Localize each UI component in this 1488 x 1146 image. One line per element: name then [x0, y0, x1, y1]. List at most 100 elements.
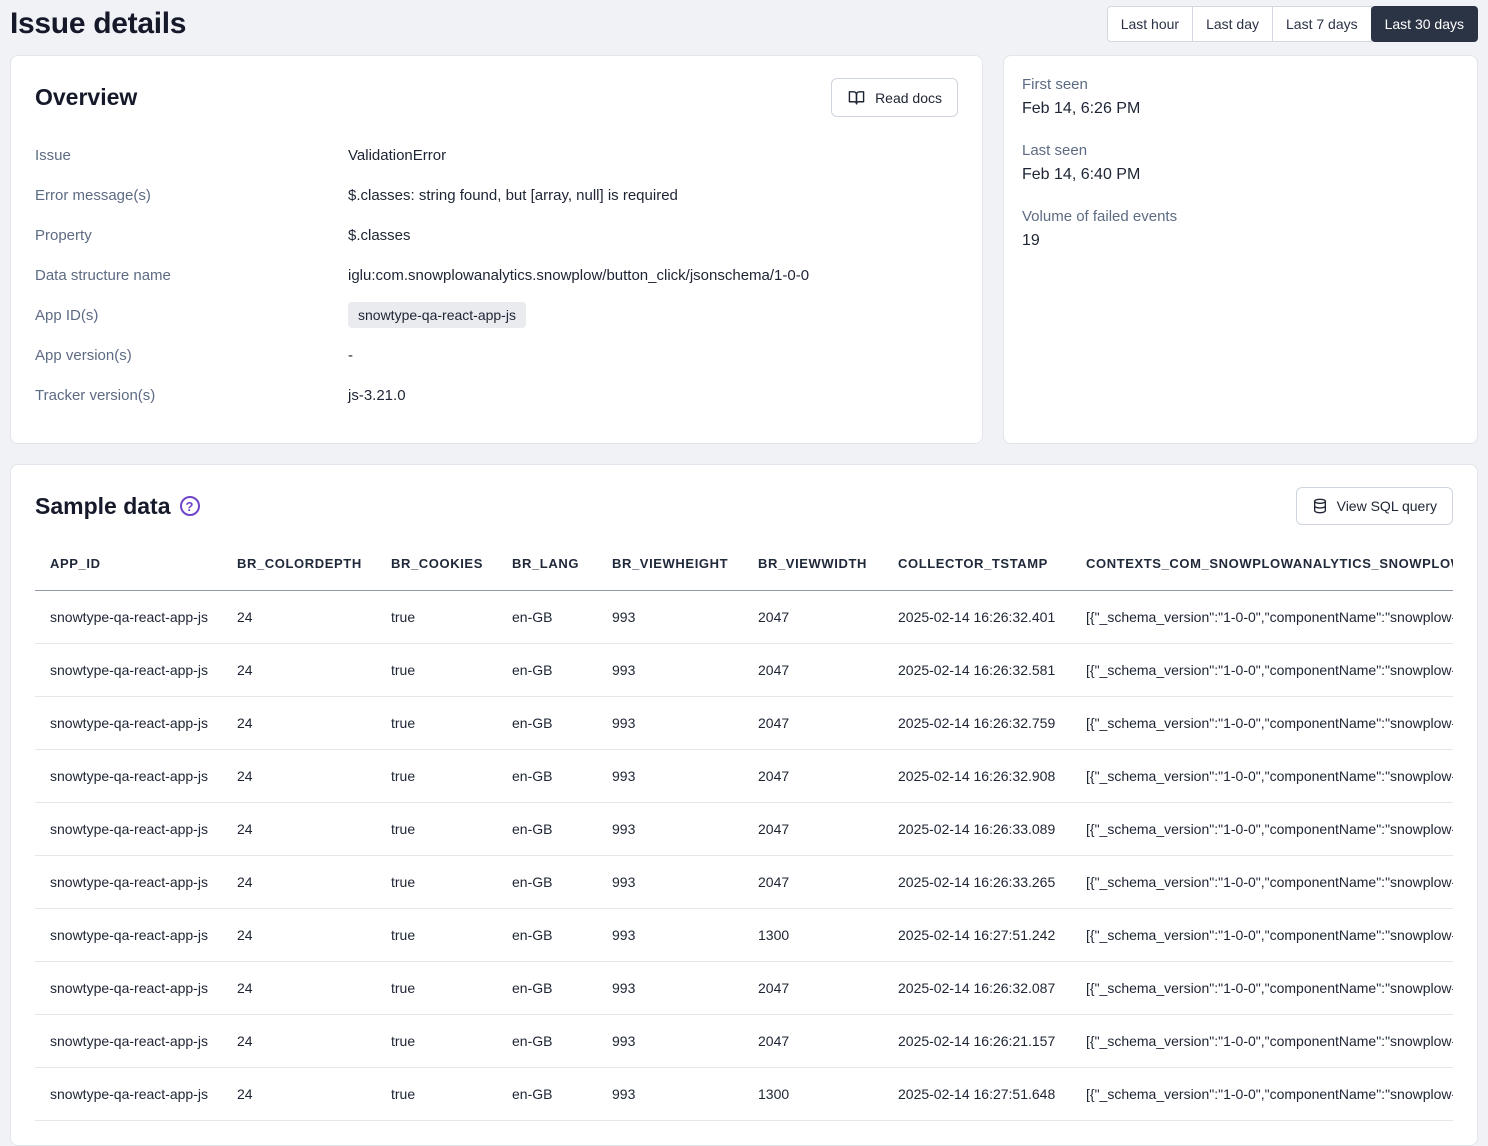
column-header: BR_VIEWWIDTH — [743, 537, 883, 590]
volume-value: 19 — [1022, 232, 1459, 250]
table-cell: 2025-02-14 16:26:32.087 — [883, 961, 1071, 1014]
field-value: iglu:com.snowplowanalytics.snowplow/butt… — [348, 267, 809, 284]
overview-field-row: IssueValidationError — [35, 135, 958, 175]
table-cell: 993 — [597, 908, 743, 961]
table-cell: en-GB — [497, 908, 597, 961]
table-cell: 2047 — [743, 961, 883, 1014]
table-cell: 1300 — [743, 1067, 883, 1120]
table-cell: snowtype-qa-react-app-js — [35, 749, 222, 802]
table-cell: snowtype-qa-react-app-js — [35, 643, 222, 696]
time-range-group: Last hourLast dayLast 7 daysLast 30 days — [1107, 6, 1478, 42]
table-cell: [{"_schema_version":"1-0-0","componentNa… — [1071, 696, 1453, 749]
table-cell: snowtype-qa-react-app-js — [35, 802, 222, 855]
table-row: snowtype-qa-react-app-js24trueen-GB99320… — [35, 961, 1453, 1014]
table-cell: 24 — [222, 1014, 376, 1067]
database-icon — [1312, 498, 1328, 514]
table-cell: snowtype-qa-react-app-js — [35, 961, 222, 1014]
sample-data-card: Sample data ? View SQL query — [10, 464, 1478, 1146]
field-label: Error message(s) — [35, 187, 348, 204]
last-seen-label: Last seen — [1022, 142, 1459, 159]
table-row: snowtype-qa-react-app-js24trueen-GB99320… — [35, 1014, 1453, 1067]
app-id-chip: snowtype-qa-react-app-js — [348, 302, 526, 328]
view-sql-query-label: View SQL query — [1337, 498, 1437, 514]
table-cell: en-GB — [497, 749, 597, 802]
time-range-last-day[interactable]: Last day — [1192, 6, 1273, 42]
field-value: $.classes: string found, but [array, nul… — [348, 187, 678, 204]
field-label: App version(s) — [35, 347, 348, 364]
table-cell: 24 — [222, 855, 376, 908]
table-cell: 2047 — [743, 590, 883, 643]
table-cell: 993 — [597, 1014, 743, 1067]
time-range-last-7-days[interactable]: Last 7 days — [1272, 6, 1372, 42]
top-row: Overview Read docs IssueValidationErrorE… — [10, 55, 1478, 444]
help-icon[interactable]: ? — [180, 496, 200, 516]
table-cell: snowtype-qa-react-app-js — [35, 908, 222, 961]
table-cell: true — [376, 1067, 497, 1120]
table-cell: 2047 — [743, 855, 883, 908]
overview-field-row: App version(s)- — [35, 335, 958, 375]
table-row: snowtype-qa-react-app-js24trueen-GB99313… — [35, 908, 1453, 961]
field-value: snowtype-qa-react-app-js — [348, 302, 526, 328]
table-cell: 2025-02-14 16:26:32.401 — [883, 590, 1071, 643]
table-cell: snowtype-qa-react-app-js — [35, 696, 222, 749]
table-cell: 2025-02-14 16:27:51.242 — [883, 908, 1071, 961]
table-row: snowtype-qa-react-app-js24trueen-GB99320… — [35, 643, 1453, 696]
table-cell: en-GB — [497, 961, 597, 1014]
table-cell: 24 — [222, 961, 376, 1014]
table-cell: 2047 — [743, 696, 883, 749]
table-row: snowtype-qa-react-app-js24trueen-GB99320… — [35, 590, 1453, 643]
column-header: BR_COOKIES — [376, 537, 497, 590]
read-docs-label: Read docs — [875, 90, 942, 106]
time-range-last-hour[interactable]: Last hour — [1107, 6, 1193, 42]
table-cell: 2047 — [743, 1014, 883, 1067]
table-row: snowtype-qa-react-app-js24trueen-GB99320… — [35, 749, 1453, 802]
page: Issue details Last hourLast dayLast 7 da… — [0, 0, 1488, 1146]
table-cell: 993 — [597, 590, 743, 643]
table-cell: [{"_schema_version":"1-0-0","componentNa… — [1071, 749, 1453, 802]
table-cell: 1300 — [743, 908, 883, 961]
overview-field-row: Property$.classes — [35, 215, 958, 255]
summary-card: First seen Feb 14, 6:26 PM Last seen Feb… — [1003, 55, 1478, 444]
overview-heading: Overview — [35, 84, 137, 111]
table-cell: 993 — [597, 696, 743, 749]
table-cell: true — [376, 961, 497, 1014]
sample-data-table-wrap: APP_IDBR_COLORDEPTHBR_COOKIESBR_LANGBR_V… — [35, 537, 1453, 1121]
table-cell: true — [376, 643, 497, 696]
table-cell: [{"_schema_version":"1-0-0","componentNa… — [1071, 961, 1453, 1014]
field-label: Property — [35, 227, 348, 244]
table-cell: en-GB — [497, 855, 597, 908]
table-body: snowtype-qa-react-app-js24trueen-GB99320… — [35, 590, 1453, 1120]
table-cell: en-GB — [497, 802, 597, 855]
table-row: snowtype-qa-react-app-js24trueen-GB99320… — [35, 855, 1453, 908]
first-seen-label: First seen — [1022, 76, 1459, 93]
overview-card: Overview Read docs IssueValidationErrorE… — [10, 55, 983, 444]
table-cell: 993 — [597, 1067, 743, 1120]
view-sql-query-button[interactable]: View SQL query — [1296, 487, 1453, 525]
volume-label: Volume of failed events — [1022, 208, 1459, 225]
table-cell: 24 — [222, 643, 376, 696]
table-cell: snowtype-qa-react-app-js — [35, 855, 222, 908]
table-cell: 2047 — [743, 643, 883, 696]
table-cell: true — [376, 1014, 497, 1067]
table-cell: 24 — [222, 908, 376, 961]
table-cell: [{"_schema_version":"1-0-0","componentNa… — [1071, 1014, 1453, 1067]
sample-data-heading: Sample data — [35, 493, 171, 520]
sample-data-table: APP_IDBR_COLORDEPTHBR_COOKIESBR_LANGBR_V… — [35, 537, 1453, 1121]
table-cell: 2047 — [743, 802, 883, 855]
table-cell: 24 — [222, 1067, 376, 1120]
table-cell: 24 — [222, 696, 376, 749]
table-cell: 2025-02-14 16:26:33.089 — [883, 802, 1071, 855]
time-range-last-30-days[interactable]: Last 30 days — [1371, 6, 1478, 42]
table-cell: 2025-02-14 16:27:51.648 — [883, 1067, 1071, 1120]
table-cell: en-GB — [497, 590, 597, 643]
column-header: COLLECTOR_TSTAMP — [883, 537, 1071, 590]
table-cell: [{"_schema_version":"1-0-0","componentNa… — [1071, 855, 1453, 908]
overview-field-row: App ID(s)snowtype-qa-react-app-js — [35, 295, 958, 335]
column-header: BR_LANG — [497, 537, 597, 590]
table-cell: true — [376, 908, 497, 961]
page-title: Issue details — [10, 7, 186, 41]
page-header: Issue details Last hourLast dayLast 7 da… — [10, 0, 1478, 55]
read-docs-button[interactable]: Read docs — [831, 78, 958, 117]
table-cell: en-GB — [497, 1067, 597, 1120]
overview-field-row: Error message(s)$.classes: string found,… — [35, 175, 958, 215]
